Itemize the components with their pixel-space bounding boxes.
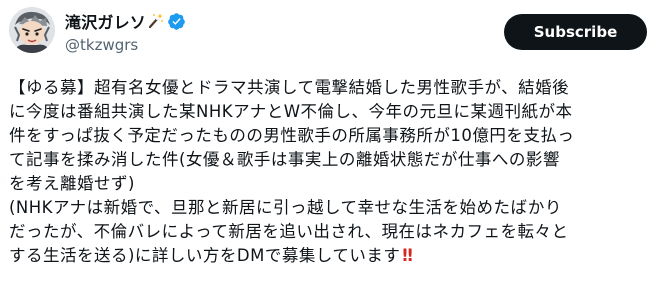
author-name-row: 滝沢ガレソ bbox=[65, 10, 186, 32]
post-body-line: だったが、不倫バレによって新居を追い出され、現在はネカフェを転々と bbox=[9, 222, 569, 241]
double-exclamation-icon: ‼ bbox=[402, 246, 412, 265]
post-body-line: を考え離婚せず) bbox=[9, 174, 135, 193]
post-body-line: する生活を送る)に詳しい方をDMで募集しています ‼ bbox=[9, 244, 651, 268]
post-body-line: 【ゆる募】超有名女優とドラマ共演して電撃結婚した男性歌手が、結婚後 bbox=[9, 78, 570, 97]
magic-wand-icon bbox=[148, 13, 164, 29]
author-display-name[interactable]: 滝沢ガレソ bbox=[65, 9, 146, 33]
post-body-line: (NHKアナは新婚で、旦那と新居に引っ越して幸せな生活を始めたばかり bbox=[9, 198, 562, 217]
post-body: 【ゆる募】超有名女優とドラマ共演して電撃結婚した男性歌手が、結婚後 に今度は番組… bbox=[9, 76, 651, 268]
verified-badge-icon bbox=[167, 12, 186, 31]
author-handle[interactable]: @tkzwgrs bbox=[65, 36, 138, 54]
post-body-line-text: する生活を送る)に詳しい方をDMで募集しています bbox=[9, 246, 401, 265]
post-card: 滝沢ガレソ @tkzwgrs Subscribe 【ゆる募】超有名女優とドラマ共… bbox=[0, 0, 657, 295]
subscribe-button[interactable]: Subscribe bbox=[504, 14, 647, 50]
post-body-line: に今度は番組共演した某NHKアナとW不倫し、今年の元旦に某週刊紙が本 bbox=[9, 102, 573, 121]
author-avatar[interactable] bbox=[9, 7, 55, 53]
post-body-line: て記事を揉み消した件(女優＆歌手は事実上の離婚状態だが仕事への影響 bbox=[9, 150, 560, 169]
post-body-line: 件をすっぱ抜く予定だったものの男性歌手の所属事務所が10億円を支払っ bbox=[9, 126, 575, 145]
anime-character-avatar-icon bbox=[9, 7, 55, 53]
